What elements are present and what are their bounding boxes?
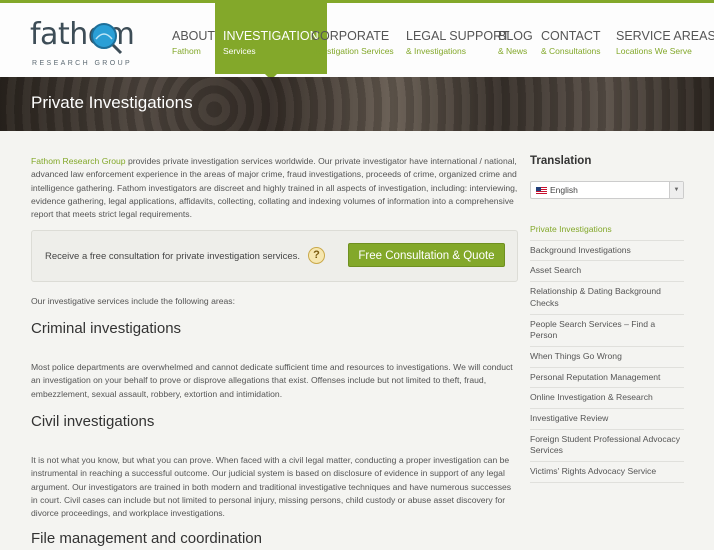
services-intro: Our investigative services include the f… (31, 296, 235, 306)
sidebar-item-foreign-student-advocacy[interactable]: Foreign Student Professional Advocacy Se… (530, 430, 684, 463)
nav-corporate[interactable]: CORPORATE Investigation Services (311, 3, 394, 74)
sidebar-item-relationship-checks[interactable]: Relationship & Dating Background Checks (530, 282, 684, 315)
sidebar-item-private-investigations[interactable]: Private Investigations (530, 220, 684, 241)
logo-tagline: RESEARCH GROUP (32, 60, 133, 67)
translation-heading: Translation (530, 155, 592, 167)
service-menu: Private Investigations Background Invest… (530, 220, 684, 483)
us-flag-icon (536, 187, 547, 194)
nav-label: BLOG (498, 29, 533, 43)
language-value: English (550, 185, 578, 195)
page-title: Private Investigations (31, 93, 193, 112)
magnifier-icon (91, 23, 123, 55)
intro-paragraph: Fathom Research Group provides private i… (31, 155, 518, 221)
sidebar-item-victims-rights[interactable]: Victims' Rights Advocacy Service (530, 462, 684, 483)
site-header: fathom RESEARCH GROUP ABOUT Fathom INVES… (0, 0, 714, 80)
nav-label: ABOUT (172, 29, 216, 43)
consultation-box: Receive a free consultation for private … (31, 230, 518, 282)
page-banner: Private Investigations (0, 77, 714, 131)
section-body-civil: It is not what you know, but what you ca… (31, 455, 512, 519)
nav-sublabel: Locations We Serve (616, 46, 692, 56)
fathom-logo[interactable]: fathom RESEARCH GROUP (30, 13, 150, 73)
nav-label: INVESTIGATION (223, 29, 319, 43)
nav-sublabel: & Consultations (541, 46, 601, 56)
nav-blog[interactable]: BLOG & News (498, 3, 533, 74)
nav-investigation[interactable]: INVESTIGATION Services (215, 3, 327, 80)
sidebar-item-reputation-management[interactable]: Personal Reputation Management (530, 368, 684, 389)
nav-sublabel: & News (498, 46, 528, 56)
nav-service-areas[interactable]: SERVICE AREAS Locations We Serve (616, 3, 714, 74)
sidebar-item-people-search[interactable]: People Search Services – Find a Person (530, 315, 684, 347)
nav-label: CORPORATE (311, 29, 390, 43)
free-consultation-button[interactable]: Free Consultation & Quote (348, 243, 505, 267)
consultation-text: Receive a free consultation for private … (45, 251, 301, 262)
nav-about[interactable]: ABOUT Fathom (172, 3, 215, 74)
nav-contact[interactable]: CONTACT & Consultations (541, 3, 601, 74)
nav-sublabel: Services (223, 46, 256, 56)
nav-label: LEGAL SUPPORT (406, 29, 510, 43)
nav-label: SERVICE AREAS (616, 29, 714, 43)
nav-legal-support[interactable]: LEGAL SUPPORT & Investigations (406, 3, 510, 74)
nav-sublabel: Fathom (172, 46, 201, 56)
sidebar: Translation English ▼ Private Investigat… (530, 155, 684, 483)
chevron-down-icon: ▼ (669, 182, 683, 198)
section-heading-civil: Civil investigations (31, 413, 155, 430)
section-heading-criminal: Criminal investigations (31, 320, 182, 337)
language-select[interactable]: English ▼ (530, 181, 684, 199)
section-body-criminal: Most police departments are overwhelmed … (31, 362, 513, 399)
nav-sublabel: & Investigations (406, 46, 467, 56)
sidebar-item-when-things-go-wrong[interactable]: When Things Go Wrong (530, 347, 684, 368)
nav-label: CONTACT (541, 29, 601, 43)
sidebar-item-asset-search[interactable]: Asset Search (530, 261, 684, 283)
main-content: Fathom Research Group provides private i… (31, 155, 518, 547)
sidebar-item-investigative-review[interactable]: Investigative Review (530, 409, 684, 430)
sidebar-item-online-investigation[interactable]: Online Investigation & Research (530, 388, 684, 410)
sidebar-item-background-investigations[interactable]: Background Investigations (530, 241, 684, 262)
company-link[interactable]: Fathom Research Group (31, 156, 126, 166)
section-heading-file-management: File management and coordination (31, 530, 262, 547)
help-icon[interactable]: ? (308, 247, 325, 264)
nav-sublabel: Investigation Services (311, 46, 394, 56)
